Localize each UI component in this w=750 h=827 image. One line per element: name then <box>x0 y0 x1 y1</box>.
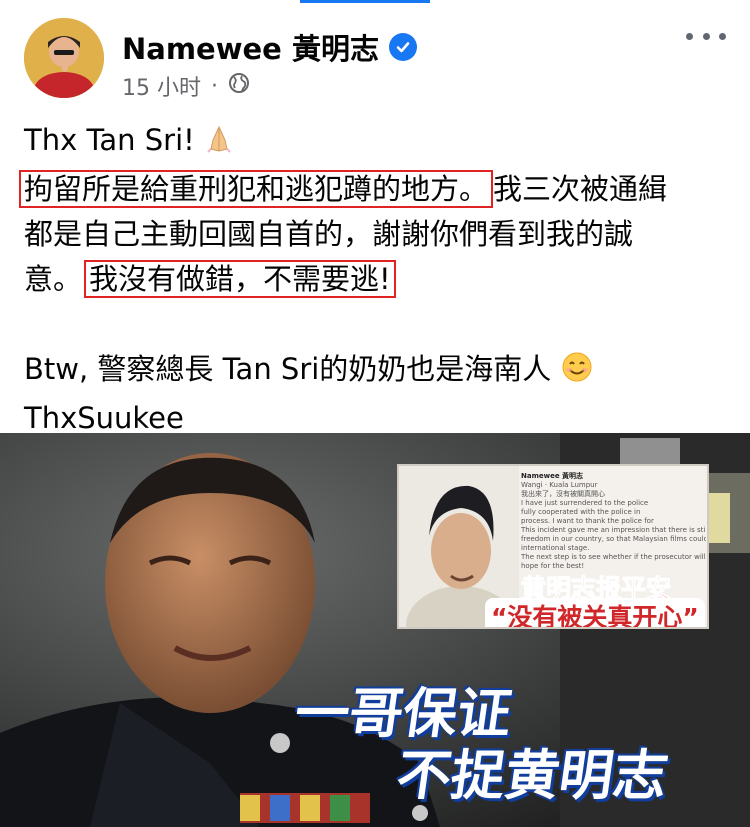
post-line-1-text: Thx Tan Sri! <box>24 123 195 157</box>
highlight-box-1: 拘留所是給重刑犯和逃犯蹲的地方。 <box>19 170 494 208</box>
folded-hands-emoji <box>204 122 234 167</box>
post-photo[interactable]: Namewee 黃明志 Wangi · Kuala Lumpur 我出來了，沒有… <box>0 433 750 827</box>
inset-body-7: The next step is to see whether if the p… <box>521 553 706 561</box>
inset-body-0: 我出來了，沒有被關真開心 <box>521 490 605 498</box>
post-line-4: 意。 我沒有做錯，不需要逃! <box>24 257 726 302</box>
photo-caption-2: 不捉黄明志 <box>392 744 672 807</box>
inset-text: Namewee 黃明志 Wangi · Kuala Lumpur 我出來了，沒有… <box>521 472 706 571</box>
author-name[interactable]: Namewee 黃明志 <box>122 26 379 68</box>
loading-accent-bar <box>300 0 430 3</box>
highlight-box-2: 我沒有做錯，不需要逃! <box>84 260 396 298</box>
author-avatar[interactable] <box>24 18 104 98</box>
post-timestamp[interactable]: 15 小时 <box>122 70 201 102</box>
inset-sub: Wangi · Kuala Lumpur <box>521 481 598 489</box>
inset-caption-2: “没有被关真开心” <box>485 598 705 627</box>
author-row: Namewee 黃明志 <box>122 26 417 68</box>
verified-badge-icon <box>388 33 417 61</box>
inset-body-3: process. I want to thank the police for <box>521 517 654 525</box>
inset-body-6: international stage. <box>521 544 590 552</box>
post-meta: 15 小时 · <box>122 70 250 102</box>
post-line-3: 都是自己主動回國自首的，謝謝你們看到我的誠 <box>24 217 634 251</box>
more-horizontal-icon[interactable] <box>686 24 726 48</box>
post-body: Thx Tan Sri! 拘留所是給重刑犯和逃犯蹲的地方。 我三次被通緝 都是自己… <box>19 118 726 441</box>
meta-separator: · <box>211 73 218 99</box>
inset-body-1: I have just surrendered to the police <box>521 499 649 507</box>
post-line-1: Thx Tan Sri! <box>24 118 726 167</box>
post-line-5: Btw, 警察總長 Tan Sri的奶奶也是海南人 <box>24 347 726 396</box>
smiling-face-emoji <box>561 351 593 396</box>
top-status-strip <box>0 0 750 6</box>
post-header: Namewee 黃明志 15 小时 · <box>24 18 726 101</box>
inset-body-2: fully cooperated with the police in <box>521 508 641 516</box>
inset-body-4: This incident gave me an impression that… <box>521 526 706 534</box>
post-line-5-text: Btw, 警察總長 Tan Sri的奶奶也是海南人 <box>24 352 552 386</box>
globe-icon[interactable] <box>228 72 250 100</box>
post-line-2: 拘留所是給重刑犯和逃犯蹲的地方。 我三次被通緝 <box>19 167 726 212</box>
inset-body-5: freedom in our country, so that Malaysia… <box>521 535 706 543</box>
inset-screenshot: Namewee 黃明志 Wangi · Kuala Lumpur 我出來了，沒有… <box>397 464 709 629</box>
post-line-4-start: 意。 <box>24 262 83 296</box>
inset-header: Namewee 黃明志 <box>521 472 584 480</box>
post-line-2-rest: 我三次被通緝 <box>493 172 668 206</box>
